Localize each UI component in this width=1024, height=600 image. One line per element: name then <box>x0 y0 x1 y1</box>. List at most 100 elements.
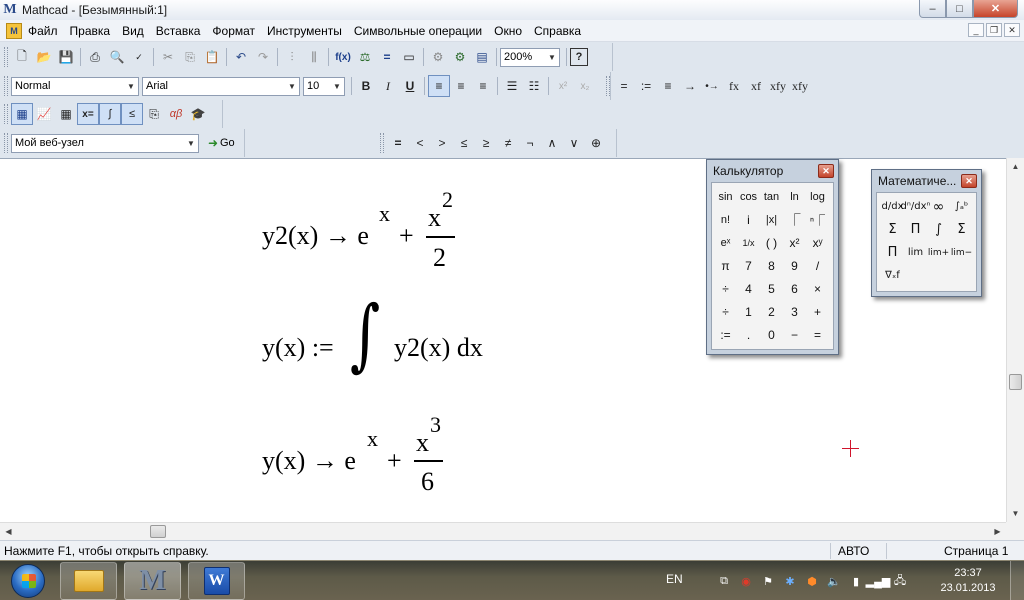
bool-less-button[interactable]: < <box>409 132 431 154</box>
calc-key[interactable]: = <box>806 323 829 346</box>
expr1-denominator[interactable]: 2 <box>433 243 446 273</box>
zoom-select[interactable]: 200% ▼ <box>500 47 560 67</box>
insert-function-icon[interactable]: f(x) <box>332 46 354 68</box>
tray-security-icon[interactable]: ⬢ <box>804 573 820 589</box>
taskbar-word[interactable]: W <box>188 562 245 600</box>
global-definition-button[interactable]: ≡ <box>657 75 679 97</box>
sum-range-icon[interactable]: Σ <box>881 218 904 241</box>
underline-button[interactable]: U <box>399 75 421 97</box>
calculus-toolbar-icon[interactable]: ∫ <box>99 103 121 125</box>
calc-key[interactable]: × <box>806 277 829 300</box>
treefix-operator-button[interactable]: xfy <box>789 75 811 97</box>
vertical-scrollbar[interactable]: ▲ ▼ <box>1006 158 1024 522</box>
calculus-close-icon[interactable]: ✕ <box>961 174 977 188</box>
symbolic-keyword-button[interactable]: •→ <box>701 75 723 97</box>
toolbar-grip[interactable] <box>4 47 8 67</box>
matrix-icon[interactable]: ▤ <box>471 46 493 68</box>
definite-integral-icon[interactable]: ∫ₐᵇ <box>950 195 973 218</box>
tray-volume-icon[interactable]: 🔈 <box>826 573 842 589</box>
tray-battery-icon[interactable]: ▮ <box>848 573 864 589</box>
calc-key[interactable]: log <box>806 185 829 208</box>
minimize-button[interactable]: – <box>919 0 946 18</box>
scroll-down-icon[interactable]: ▼ <box>1007 505 1024 522</box>
doc-close-button[interactable]: ✕ <box>1004 23 1020 37</box>
bool-greater-button[interactable]: > <box>431 132 453 154</box>
spell-check-icon[interactable]: ✓ <box>128 46 150 68</box>
bool-greater-equal-button[interactable]: ≥ <box>475 132 497 154</box>
matrix-toolbar-icon[interactable]: ▦ <box>55 103 77 125</box>
go-button[interactable]: Go <box>220 137 235 149</box>
calculator-close-icon[interactable]: ✕ <box>818 164 834 178</box>
bool-or-button[interactable]: ∨ <box>563 132 585 154</box>
calc-key[interactable]: . <box>737 323 760 346</box>
expr1-lhs[interactable]: y2(x) → e <box>262 221 369 251</box>
nth-derivative-icon[interactable]: dⁿ/dxⁿ <box>901 195 931 218</box>
worksheet[interactable]: y2(x) → e x + x 2 2 y(x) := ∫ y2(x) dx y… <box>0 158 1006 522</box>
vertical-scroll-thumb[interactable] <box>1009 374 1022 390</box>
postfix-operator-button[interactable]: xf <box>745 75 767 97</box>
calc-key[interactable]: tan <box>760 185 783 208</box>
new-document-icon[interactable]: 🗋 <box>11 46 33 68</box>
evaluation-toolbar-icon[interactable]: x= <box>77 103 99 125</box>
calc-key[interactable]: 4 <box>737 277 760 300</box>
tray-clock[interactable]: 23:37 23.01.2013 <box>938 566 998 596</box>
bullets-icon[interactable]: ☰ <box>501 75 523 97</box>
menu-view[interactable]: Вид <box>116 24 150 38</box>
calc-key[interactable]: ln <box>783 185 806 208</box>
calculator-toolbar-icon[interactable]: ▦ <box>11 103 33 125</box>
horizontal-scrollbar[interactable]: ◀ ▶ <box>0 522 1006 540</box>
calc-key[interactable]: 6 <box>783 277 806 300</box>
toolbar-grip[interactable] <box>380 133 384 153</box>
align-left-icon[interactable]: ≡ <box>428 75 450 97</box>
paste-icon[interactable]: 📋 <box>201 46 223 68</box>
limit-icon[interactable]: lim <box>904 241 927 264</box>
toolbar-grip[interactable] <box>4 133 8 153</box>
open-folder-icon[interactable]: 📂 <box>33 46 55 68</box>
calc-key[interactable]: 8 <box>760 254 783 277</box>
style-select[interactable]: Normal ▼ <box>11 76 139 96</box>
expr3-exponent[interactable]: x <box>367 426 378 452</box>
expr3-numerator[interactable]: x <box>416 428 429 458</box>
definition-button[interactable]: := <box>635 75 657 97</box>
calc-key[interactable]: ⁿ⎾ <box>806 208 829 231</box>
calc-key[interactable]: |x| <box>760 208 783 231</box>
language-indicator[interactable]: EN <box>666 572 683 586</box>
boolean-toolbar-icon[interactable]: ≤ <box>121 103 143 125</box>
bool-and-button[interactable]: ∧ <box>541 132 563 154</box>
show-desktop-button[interactable] <box>1010 561 1024 600</box>
italic-button[interactable]: I <box>377 75 399 97</box>
expr3-denominator[interactable]: 6 <box>421 467 434 497</box>
bool-less-equal-button[interactable]: ≤ <box>453 132 475 154</box>
menu-format[interactable]: Формат <box>206 24 261 38</box>
undo-icon[interactable]: ↶ <box>230 46 252 68</box>
calc-key[interactable]: 0 <box>760 323 783 346</box>
calc-key[interactable]: + <box>806 300 829 323</box>
calc-key[interactable]: eˣ <box>714 231 737 254</box>
calc-key[interactable]: − <box>783 323 806 346</box>
menu-file[interactable]: Файл <box>22 24 64 38</box>
menu-window[interactable]: Окно <box>488 24 528 38</box>
calc-key[interactable]: i <box>737 208 760 231</box>
expr1-numerator[interactable]: x <box>428 203 441 233</box>
doc-restore-button[interactable]: ❐ <box>986 23 1002 37</box>
bool-not-button[interactable]: ¬ <box>519 132 541 154</box>
start-button[interactable] <box>2 561 54 600</box>
calculator-title-bar[interactable]: Калькулятор ✕ <box>707 160 838 182</box>
bold-button[interactable]: B <box>355 75 377 97</box>
font-size-select[interactable]: 10 ▼ <box>303 76 345 96</box>
menu-tools[interactable]: Инструменты <box>261 24 348 38</box>
product-range-icon[interactable]: Π <box>904 218 927 241</box>
save-disk-icon[interactable]: 💾 <box>55 46 77 68</box>
calc-key[interactable]: := <box>714 323 737 346</box>
calc-key[interactable]: ( ) <box>760 231 783 254</box>
bool-equal-button[interactable]: = <box>387 132 409 154</box>
tray-bluetooth-icon[interactable]: ✱ <box>782 573 798 589</box>
calc-key[interactable]: sin <box>714 185 737 208</box>
calculus-palette[interactable]: Математиче... ✕ d/dx dⁿ/dxⁿ ∞ ∫ₐᵇ Σ Π ∫ … <box>871 169 982 297</box>
copy-icon[interactable]: ⎘ <box>179 46 201 68</box>
numbering-icon[interactable]: ☷ <box>523 75 545 97</box>
indefinite-integral-icon[interactable]: ∫ <box>927 218 950 241</box>
calc-key[interactable]: 1 <box>737 300 760 323</box>
calc-key[interactable]: n! <box>714 208 737 231</box>
align-across-icon[interactable]: ⫶ <box>281 46 303 68</box>
